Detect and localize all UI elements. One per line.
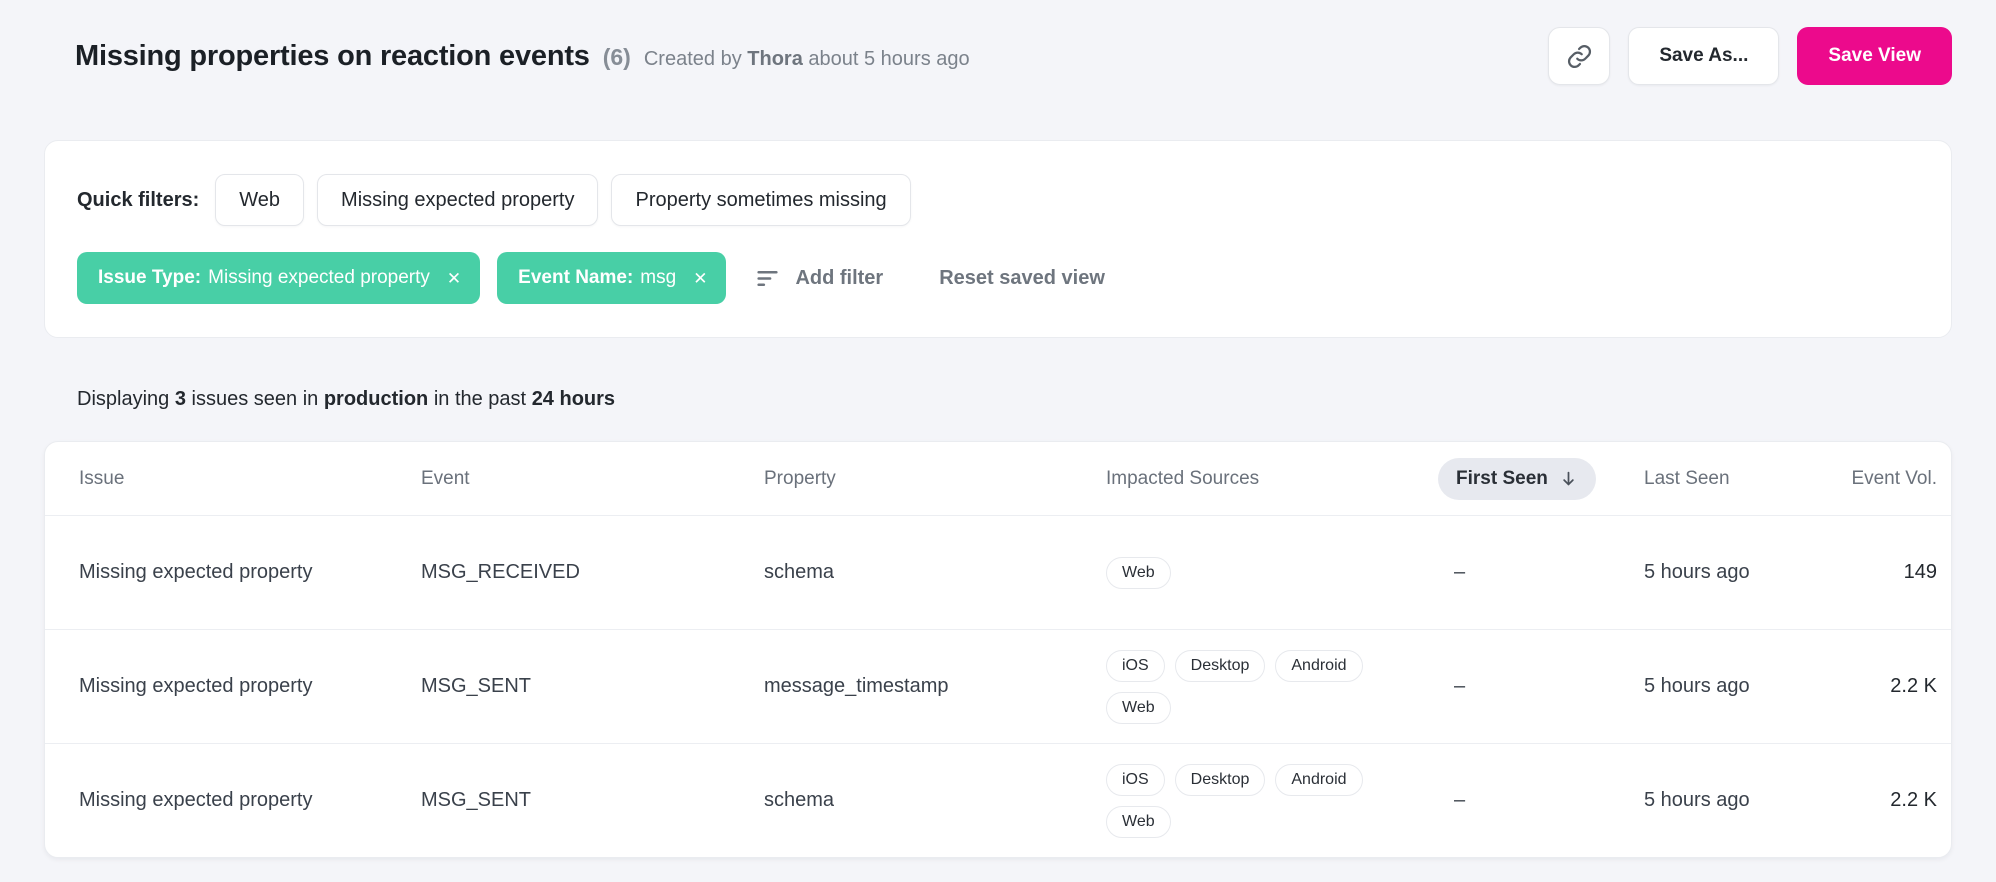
cell-event-vol: 149 <box>1904 561 1937 584</box>
cell-first-seen: – <box>1438 561 1644 584</box>
reset-saved-view-button[interactable]: Reset saved view <box>939 267 1105 290</box>
table-row[interactable]: Missing expected property MSG_SENT messa… <box>45 629 1951 743</box>
summary-period: 24 hours <box>532 388 615 410</box>
topbar-actions: Save As... Save View <box>1548 27 1952 85</box>
active-filter-chip[interactable]: Event Name: msg ✕ <box>497 252 726 304</box>
remove-filter-icon[interactable]: ✕ <box>447 270 461 287</box>
filter-lines-icon <box>755 266 780 291</box>
column-header-event-vol[interactable]: Event Vol. <box>1851 468 1937 490</box>
sort-descending-icon <box>1559 469 1578 488</box>
source-badge: Android <box>1275 650 1362 682</box>
table-row[interactable]: Missing expected property MSG_SENT schem… <box>45 743 1951 857</box>
summary-count: 3 <box>175 388 186 410</box>
issues-page: Missing properties on reaction events (6… <box>0 0 1996 858</box>
sorted-column-label: First Seen <box>1456 468 1548 490</box>
cell-event: MSG_SENT <box>421 675 764 698</box>
page-title: Missing properties on reaction events <box>75 40 590 73</box>
table-body: Missing expected property MSG_RECEIVED s… <box>45 515 1951 857</box>
title-line: Missing properties on reaction events (6… <box>75 40 970 73</box>
column-header-impacted-sources[interactable]: Impacted Sources <box>1106 468 1438 490</box>
source-badge: Web <box>1106 557 1171 589</box>
add-filter-button[interactable]: Add filter <box>755 266 883 291</box>
filter-chip-key: Issue Type: <box>98 267 201 289</box>
cell-first-seen: – <box>1438 675 1644 698</box>
column-header-event[interactable]: Event <box>421 468 764 490</box>
table-header-row: Issue Event Property Impacted Sources Fi… <box>45 442 1951 515</box>
cell-issue: Missing expected property <box>79 561 421 584</box>
cell-impacted-sources: Web <box>1106 545 1374 601</box>
source-badge: Android <box>1275 764 1362 796</box>
summary-text: Displaying <box>77 388 169 410</box>
summary-text: issues seen in <box>192 388 319 410</box>
remove-filter-icon[interactable]: ✕ <box>693 270 707 287</box>
filter-chip-value: Missing expected property <box>208 267 430 289</box>
active-filters-row: Issue Type:Missing expected property✕Eve… <box>77 252 1919 304</box>
quick-filters-label: Quick filters: <box>77 189 199 212</box>
results-summary: Displaying 3 issues seen in production i… <box>77 388 1952 411</box>
cell-property: schema <box>764 789 1106 812</box>
summary-text: in the past <box>434 388 526 410</box>
source-badge: Web <box>1106 806 1171 838</box>
add-filter-label: Add filter <box>795 267 883 290</box>
column-header-last-seen[interactable]: Last Seen <box>1644 468 1826 490</box>
source-badge: Web <box>1106 692 1171 724</box>
cell-issue: Missing expected property <box>79 675 421 698</box>
link-icon <box>1566 43 1593 70</box>
column-header-issue[interactable]: Issue <box>79 468 421 490</box>
active-filter-list: Issue Type:Missing expected property✕Eve… <box>77 252 726 304</box>
copy-link-button[interactable] <box>1548 27 1610 85</box>
filter-panel: Quick filters: WebMissing expected prope… <box>44 140 1952 338</box>
source-badge: Desktop <box>1175 650 1266 682</box>
save-view-button[interactable]: Save View <box>1797 27 1952 85</box>
quick-filter-list: WebMissing expected propertyProperty som… <box>215 174 910 226</box>
quick-filters-row: Quick filters: WebMissing expected prope… <box>77 174 1919 226</box>
cell-issue: Missing expected property <box>79 789 421 812</box>
source-badge: Desktop <box>1175 764 1266 796</box>
cell-impacted-sources: iOS Desktop Android Web <box>1106 752 1374 850</box>
cell-impacted-sources: iOS Desktop Android Web <box>1106 638 1374 736</box>
quick-filter-button[interactable]: Web <box>215 174 304 226</box>
cell-event: MSG_RECEIVED <box>421 561 764 584</box>
cell-event-vol: 2.2 K <box>1890 675 1937 698</box>
summary-environment: production <box>324 388 428 410</box>
source-badge: iOS <box>1106 650 1165 682</box>
quick-filter-button[interactable]: Missing expected property <box>317 174 598 226</box>
table-row[interactable]: Missing expected property MSG_RECEIVED s… <box>45 515 1951 629</box>
column-header-first-seen[interactable]: First Seen <box>1438 458 1596 500</box>
author-name: Thora <box>747 48 803 70</box>
cell-event-vol: 2.2 K <box>1890 789 1937 812</box>
issue-count-badge: (6) <box>603 44 631 71</box>
active-filter-chip[interactable]: Issue Type: Missing expected property ✕ <box>77 252 480 304</box>
filter-chip-value: msg <box>640 267 676 289</box>
cell-last-seen: 5 hours ago <box>1644 675 1826 698</box>
cell-property: schema <box>764 561 1106 584</box>
byline-suffix: about 5 hours ago <box>808 48 969 70</box>
quick-filter-button[interactable]: Property sometimes missing <box>611 174 910 226</box>
cell-event: MSG_SENT <box>421 789 764 812</box>
cell-property: message_timestamp <box>764 675 1106 698</box>
cell-last-seen: 5 hours ago <box>1644 789 1826 812</box>
topbar: Missing properties on reaction events (6… <box>44 26 1952 86</box>
byline-prefix: Created by <box>644 48 742 70</box>
column-header-property[interactable]: Property <box>764 468 1106 490</box>
filter-chip-key: Event Name: <box>518 267 633 289</box>
issues-table: Issue Event Property Impacted Sources Fi… <box>44 441 1952 858</box>
cell-last-seen: 5 hours ago <box>1644 561 1826 584</box>
save-as-button[interactable]: Save As... <box>1628 27 1779 85</box>
created-byline: Created by Thora about 5 hours ago <box>644 48 970 71</box>
source-badge: iOS <box>1106 764 1165 796</box>
cell-first-seen: – <box>1438 789 1644 812</box>
